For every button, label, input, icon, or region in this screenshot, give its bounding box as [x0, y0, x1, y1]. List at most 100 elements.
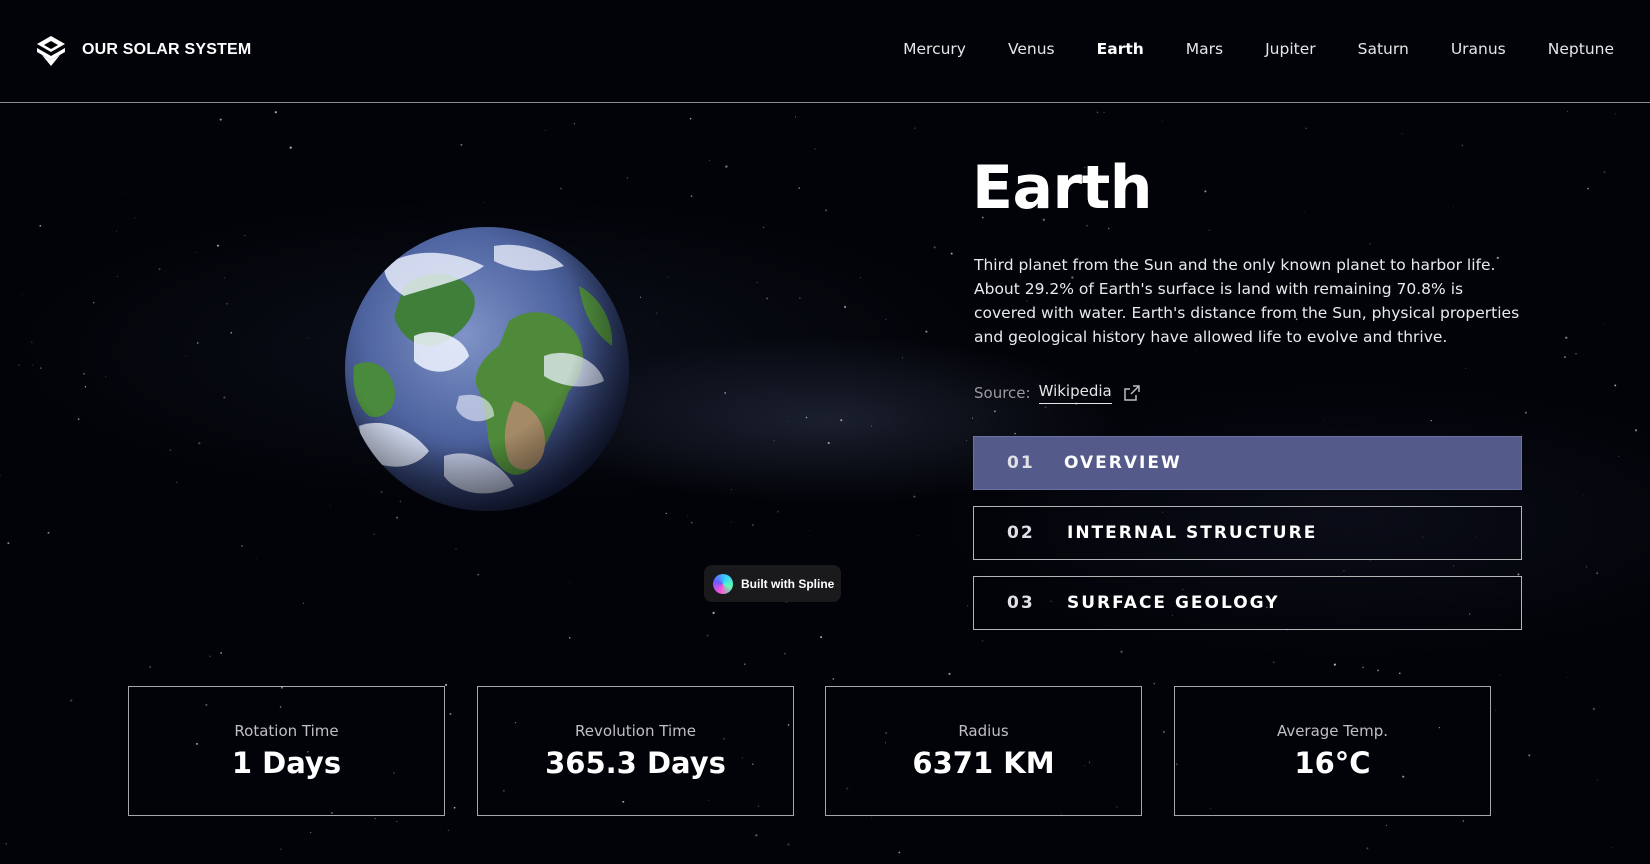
star [776, 510, 779, 513]
stat-value: 365.3 Days [545, 746, 726, 780]
stat-label: Rotation Time [234, 722, 339, 740]
star [744, 663, 746, 665]
star [482, 202, 484, 204]
star [1272, 661, 1275, 664]
star [1369, 243, 1371, 245]
star [913, 495, 916, 498]
tab-overview[interactable]: 01 OVERVIEW [973, 436, 1522, 490]
star [1603, 171, 1606, 174]
star [1596, 779, 1598, 781]
site-header: OUR SOLAR SYSTEM Mercury Venus Earth Mar… [0, 0, 1650, 103]
star [1611, 847, 1613, 849]
star [569, 582, 570, 584]
logo-icon[interactable] [34, 34, 68, 68]
star [30, 341, 33, 344]
star [1596, 572, 1598, 574]
star [820, 636, 823, 639]
star [840, 419, 843, 422]
star [1044, 406, 1047, 409]
star [39, 367, 42, 369]
tab-surface-geology[interactable]: 03 SURFACE GEOLOGY [973, 576, 1522, 630]
star [755, 834, 758, 837]
star [220, 652, 222, 654]
star [766, 297, 769, 300]
star [83, 373, 85, 375]
star [1086, 224, 1089, 227]
star [724, 392, 726, 394]
star [1204, 190, 1207, 193]
star [773, 439, 775, 442]
star [966, 604, 969, 607]
stat-rotation-time: Rotation Time 1 Days [128, 686, 445, 816]
stat-label: Average Temp. [1276, 722, 1389, 740]
star [966, 440, 967, 442]
spline-logo-icon [713, 573, 733, 594]
star [1120, 650, 1123, 653]
nav-item-saturn[interactable]: Saturn [1358, 40, 1409, 58]
star [824, 209, 828, 212]
star [1162, 120, 1163, 122]
star [105, 376, 107, 378]
star [1208, 229, 1210, 231]
stat-value: 1 Days [231, 746, 342, 780]
earth-globe-image[interactable] [344, 226, 630, 512]
star [971, 417, 974, 419]
star [447, 829, 450, 832]
star [1398, 672, 1401, 675]
star [788, 420, 790, 422]
nav-item-venus[interactable]: Venus [1008, 40, 1055, 58]
nav-item-jupiter[interactable]: Jupiter [1265, 40, 1316, 58]
star [1567, 676, 1569, 678]
star [373, 533, 375, 536]
star [116, 275, 118, 277]
tab-number: 01 [1007, 453, 1035, 473]
nav-item-neptune[interactable]: Neptune [1548, 40, 1614, 58]
star [1524, 411, 1527, 414]
stat-value: 16°C [1294, 746, 1371, 780]
star [1107, 227, 1110, 230]
star [225, 302, 228, 305]
earth-globe-icon [345, 227, 629, 511]
tab-internal-structure[interactable]: 02 INTERNAL STRUCTURE [973, 506, 1522, 560]
star [77, 418, 80, 421]
source-link[interactable]: Wikipedia [1038, 382, 1112, 404]
star [1333, 663, 1337, 666]
nav-item-mercury[interactable]: Mercury [903, 40, 966, 58]
nav-item-mars[interactable]: Mars [1186, 40, 1223, 58]
star [948, 672, 951, 676]
star [1499, 674, 1501, 676]
nav-item-uranus[interactable]: Uranus [1451, 40, 1506, 58]
stat-radius: Radius 6371 KM [825, 686, 1142, 816]
star [639, 296, 641, 298]
brand-name[interactable]: OUR SOLAR SYSTEM [82, 41, 251, 59]
star [280, 848, 282, 850]
star [687, 515, 689, 517]
star [5, 842, 8, 845]
star [798, 187, 800, 189]
star [885, 318, 887, 320]
star [7, 542, 10, 545]
stat-value: 6371 KM [912, 746, 1055, 780]
star [407, 675, 408, 677]
star [39, 224, 42, 227]
star [453, 806, 456, 809]
nav-item-earth[interactable]: Earth [1097, 40, 1144, 58]
built-with-spline-badge[interactable]: Built with Spline [704, 565, 841, 602]
star [784, 653, 786, 655]
star [302, 602, 304, 604]
star [0, 474, 1, 477]
star [1604, 323, 1605, 325]
star [223, 277, 226, 279]
star [827, 441, 830, 445]
star [712, 611, 715, 615]
star [1566, 110, 1569, 112]
star [898, 851, 901, 854]
tab-number: 03 [1007, 593, 1035, 613]
external-link-icon[interactable] [1122, 383, 1142, 403]
star [1615, 113, 1616, 115]
star [197, 342, 199, 344]
star [244, 235, 246, 237]
star [799, 297, 801, 299]
star [690, 521, 693, 524]
star [1565, 336, 1568, 339]
